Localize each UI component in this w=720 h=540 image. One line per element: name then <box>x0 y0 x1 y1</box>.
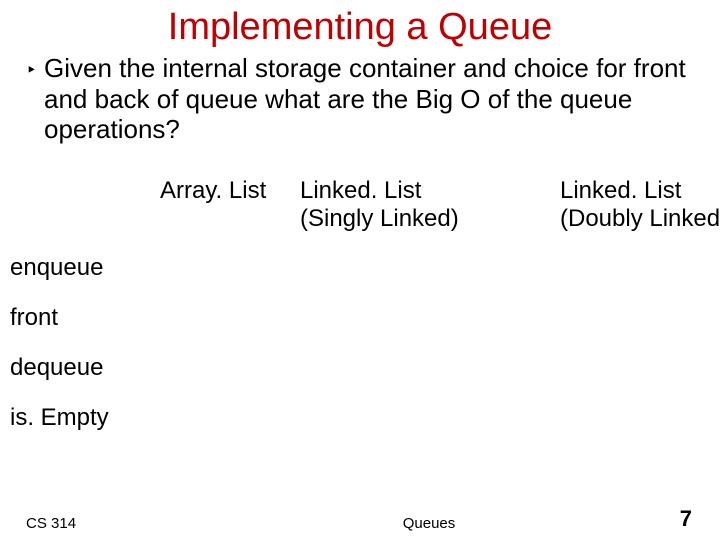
comparison-table: Array. List Linked. List (Singly Linked)… <box>0 177 720 432</box>
footer-course: CS 314 <box>0 515 246 532</box>
footer-topic: Queues <box>246 515 612 532</box>
header-spacer <box>10 177 160 232</box>
bullet-item: ‣ Given the internal storage container a… <box>26 53 694 145</box>
column-header-doubly-line2: (Doubly Linked) <box>560 205 720 232</box>
row-dequeue: dequeue <box>10 354 710 382</box>
table-header-row: Array. List Linked. List (Singly Linked)… <box>10 177 710 232</box>
footer-page-number: 7 <box>612 506 720 532</box>
bullet-icon: ‣ <box>26 53 44 85</box>
body-text: ‣ Given the internal storage container a… <box>0 53 720 145</box>
column-header-doubly: Linked. List (Doubly Linked) <box>560 177 720 232</box>
bullet-text: Given the internal storage container and… <box>44 53 694 145</box>
slide-footer: CS 314 Queues 7 <box>0 506 720 532</box>
slide: Implementing a Queue ‣ Given the interna… <box>0 6 720 540</box>
row-enqueue: enqueue <box>10 254 710 282</box>
row-isempty: is. Empty <box>10 404 710 432</box>
slide-title: Implementing a Queue <box>0 6 720 49</box>
column-header-singly: Linked. List (Singly Linked) <box>300 177 560 232</box>
row-front: front <box>10 304 710 332</box>
column-header-singly-line2: (Singly Linked) <box>300 205 459 232</box>
column-header-singly-line1: Linked. List <box>300 177 421 204</box>
column-header-doubly-line1: Linked. List <box>560 177 681 204</box>
table-row-labels: enqueue front dequeue is. Empty <box>10 254 710 432</box>
column-header-arraylist: Array. List <box>160 177 300 232</box>
